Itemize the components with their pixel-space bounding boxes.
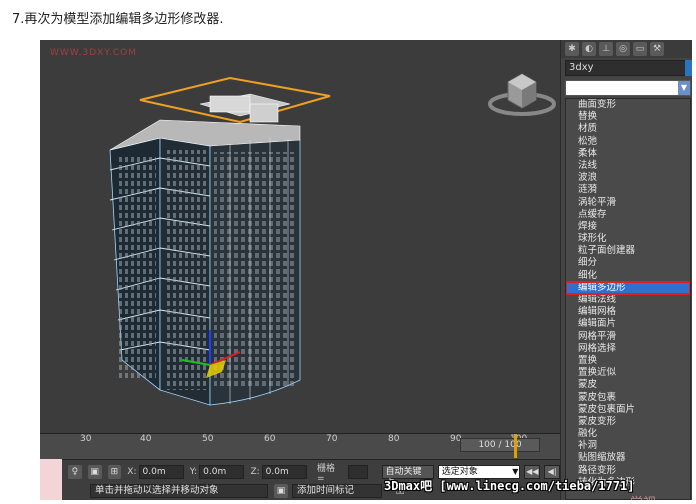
z-coord-field[interactable]: 0.0m — [261, 465, 307, 479]
status-prompt: 单击并拖动以选择并移动对象 — [90, 484, 268, 498]
modifier-item[interactable]: 涟漪 — [566, 184, 690, 196]
object-color-swatch[interactable] — [685, 60, 692, 76]
modifier-item[interactable]: 蒙皮变形 — [566, 416, 690, 428]
modifier-item[interactable]: 涡轮平滑 — [566, 197, 690, 209]
modifier-item[interactable]: 蒙皮包裹面片 — [566, 404, 690, 416]
modifier-item[interactable]: 置换 — [566, 355, 690, 367]
modifier-item[interactable]: 蒙皮包裹 — [566, 392, 690, 404]
viewcube-icon[interactable] — [488, 60, 556, 120]
timeline[interactable]: 30 40 50 60 70 80 90 100 100 / 100 — [40, 433, 560, 459]
modifier-item[interactable]: 路径变形 — [566, 465, 690, 477]
chevron-down-icon[interactable]: ▼ — [678, 81, 690, 95]
building-model[interactable] — [100, 60, 340, 433]
script-listener-tab[interactable] — [40, 459, 62, 500]
display-tab-icon[interactable]: ▭ — [633, 42, 647, 56]
modifier-item[interactable]: 球形化 — [566, 233, 690, 245]
absolute-mode-icon[interactable]: ⊞ — [107, 465, 122, 479]
time-tag-icon[interactable]: ▣ — [274, 484, 288, 498]
modifier-list[interactable]: 曲面变形 替换 材质 松弛 柔体 法线 波浪 涟漪 涡轮平滑 点缓存 焊接 球形化 粒子面创建器 细分 细化… — [565, 98, 691, 500]
y-label: Y: — [189, 467, 198, 477]
selection-set-value: 选定对象 — [441, 467, 478, 477]
modifier-item[interactable]: 替换 — [566, 111, 690, 123]
object-name-field[interactable]: 3dxy — [565, 60, 687, 76]
modifier-item[interactable]: 波浪 — [566, 172, 690, 184]
brand-watermark: 学视 — [630, 492, 656, 500]
ruler-label: 40 — [140, 434, 152, 444]
modifier-item[interactable]: 网格平滑 — [566, 331, 690, 343]
modifier-item[interactable]: 柔体 — [566, 148, 690, 160]
modifier-item[interactable]: 法线 — [566, 160, 690, 172]
modifier-item[interactable]: 细分 — [566, 257, 690, 269]
modifier-item[interactable]: 编辑法线 — [566, 294, 690, 306]
time-cursor[interactable] — [514, 434, 517, 458]
modifier-item[interactable]: 贴图缩放器 — [566, 452, 690, 464]
ruler-label: 60 — [264, 434, 276, 444]
ruler-label: 80 — [388, 434, 400, 444]
x-label: X: — [127, 467, 137, 477]
ruler-label: 70 — [326, 434, 338, 444]
perspective-viewport[interactable]: WWW.3DXY.COM — [40, 40, 560, 433]
lock-icon[interactable]: ▣ — [87, 465, 102, 479]
create-tab-icon[interactable]: ✱ — [565, 42, 579, 56]
modify-tab-icon[interactable]: ◐ — [582, 42, 596, 56]
modifier-item[interactable]: 蒙皮 — [566, 379, 690, 391]
modifier-item[interactable]: 编辑网格 — [566, 306, 690, 318]
grid-field[interactable] — [347, 465, 368, 479]
modifier-item[interactable]: 材质 — [566, 123, 690, 135]
modifier-item[interactable]: 焊接 — [566, 221, 690, 233]
ruler-label: 30 — [80, 434, 92, 444]
modifier-item[interactable]: 松弛 — [566, 136, 690, 148]
modifier-item[interactable]: 融化 — [566, 428, 690, 440]
utilities-tab-icon[interactable]: ⚒ — [650, 42, 664, 56]
modifier-item[interactable]: 编辑面片 — [566, 318, 690, 330]
forum-watermark: 3Dmax吧 [www.linecg.com/tieba/1771] — [384, 479, 635, 493]
command-panel: ✱ ◐ ⊥ ◎ ▭ ⚒ 3dxy ▼ 曲面变形 替换 材质 松弛 柔体 法线 波浪 涟漪 涡轮平… — [560, 40, 692, 500]
modifier-item[interactable]: 置换近似 — [566, 367, 690, 379]
hierarchy-tab-icon[interactable]: ⊥ — [599, 42, 613, 56]
modifier-item[interactable]: 粒子面创建器 — [566, 245, 690, 257]
lock-selection-icon[interactable]: ♀ — [68, 465, 82, 479]
modifier-item[interactable]: 网格选择 — [566, 343, 690, 355]
viewport-watermark: WWW.3DXY.COM — [50, 48, 138, 58]
ruler-label: 50 — [202, 434, 214, 444]
x-coord-field[interactable]: 0.0m — [138, 465, 184, 479]
modifier-item[interactable]: 细化 — [566, 270, 690, 282]
modifier-item[interactable]: 点缓存 — [566, 209, 690, 221]
modifier-item[interactable]: 曲面变形 — [566, 99, 690, 111]
z-label: Z: — [250, 467, 260, 477]
time-slider[interactable]: 100 / 100 — [460, 438, 540, 452]
modifier-list-dropdown[interactable]: ▼ — [565, 80, 691, 96]
page-caption: 7.再次为模型添加编辑多边形修改器. — [12, 12, 224, 27]
y-coord-field[interactable]: 0.0m — [199, 465, 245, 479]
modifier-item-edit-poly[interactable]: 编辑多边形 — [566, 280, 690, 296]
add-time-tag-button[interactable]: 添加时间标记 — [292, 484, 382, 498]
modifier-item[interactable]: 补洞 — [566, 440, 690, 452]
motion-tab-icon[interactable]: ◎ — [616, 42, 630, 56]
command-panel-tabs: ✱ ◐ ⊥ ◎ ▭ ⚒ — [561, 40, 692, 58]
max-screenshot: WWW.3DXY.COM 30 40 50 60 70 80 90 100 / … — [40, 40, 692, 500]
